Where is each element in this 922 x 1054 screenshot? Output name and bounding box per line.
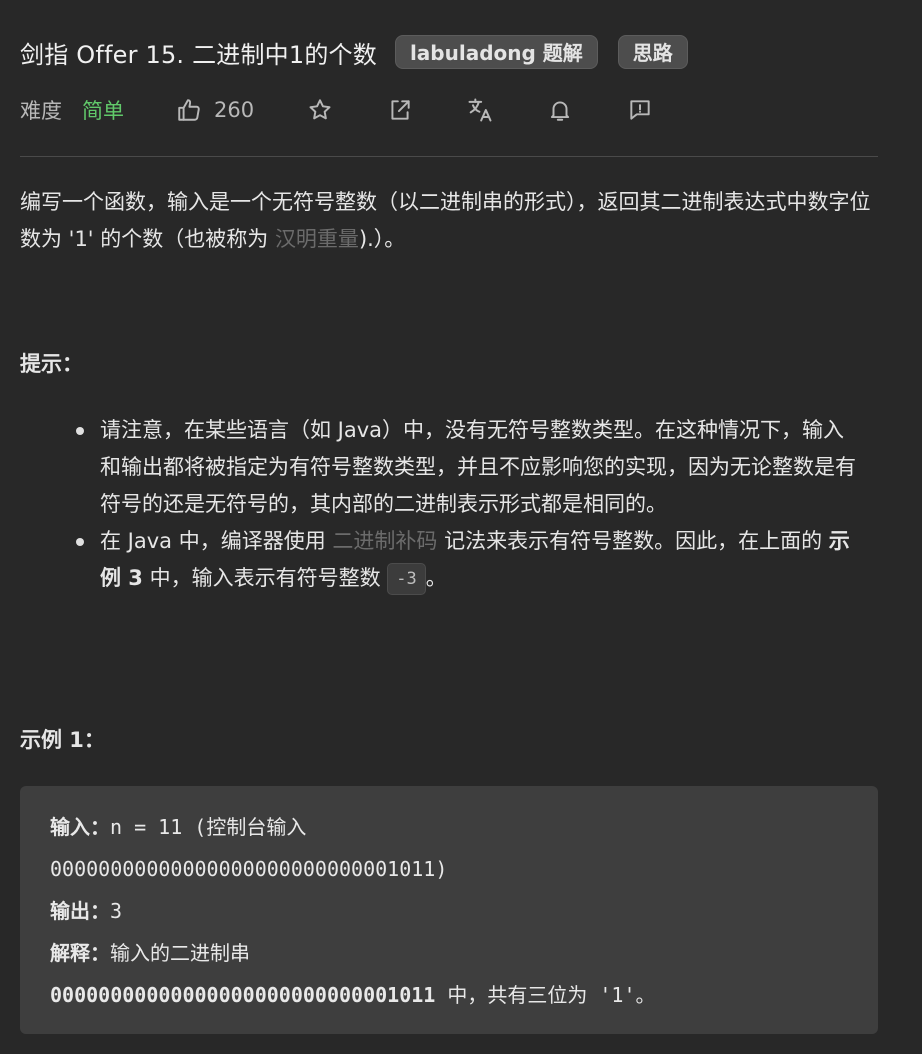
example-code-block: 输入：n = 11 (控制台输入 00000000000000000000000… bbox=[20, 786, 878, 1034]
favorite-button[interactable] bbox=[306, 96, 334, 124]
explain-value: 输入的二进制串 bbox=[110, 941, 250, 965]
input-value: n = 11 (控制台输入 bbox=[110, 815, 307, 839]
hint-text: 记法来表示有符号整数。因此，在上面的 bbox=[437, 529, 829, 553]
translate-icon bbox=[468, 98, 492, 122]
example-input-binary: 00000000000000000000000000001011) bbox=[50, 857, 448, 881]
like-count: 260 bbox=[214, 98, 255, 122]
twos-complement-link[interactable]: 二进制补码 bbox=[332, 529, 437, 553]
hint-item: 在 Java 中，编译器使用 二进制补码 记法来表示有符号整数。因此，在上面的 … bbox=[20, 523, 860, 597]
example-explain-binary-line: 00000000000000000000000000001011 中，共有三位为… bbox=[50, 974, 878, 1016]
hints-list: 请注意，在某些语言（如 Java）中，没有无符号整数类型。在这种情况下，输入和输… bbox=[20, 412, 878, 597]
title-row: 剑指 Offer 15. 二进制中1的个数 labuladong 题解 思路 bbox=[20, 30, 688, 74]
hint-text: 中，输入表示有符号整数 bbox=[142, 566, 388, 590]
example-heading: 示例 1： bbox=[20, 728, 105, 752]
description-text: 编写一个函数，输入是一个无符号整数（以二进制串的形式），返回其二进制表达式中数字… bbox=[20, 190, 871, 251]
explain-tail: 中，共有三位为 '1'。 bbox=[435, 983, 656, 1007]
like-button[interactable]: 260 bbox=[176, 97, 254, 123]
thumbs-up-icon bbox=[178, 99, 200, 121]
hint-item: 请注意，在某些语言（如 Java）中，没有无符号整数类型。在这种情况下，输入和输… bbox=[20, 412, 860, 523]
input-label: 输入： bbox=[50, 815, 110, 839]
output-label: 输出： bbox=[50, 899, 110, 923]
problem-title: 剑指 Offer 15. 二进制中1的个数 bbox=[20, 40, 377, 69]
hint-text: 请注意，在某些语言（如 Java）中，没有无符号整数类型。在这种情况下，输入和输… bbox=[100, 418, 856, 516]
meta-row: 难度 简单 260 bbox=[20, 92, 654, 128]
divider bbox=[20, 156, 878, 157]
difficulty-label: 难度 bbox=[20, 99, 62, 123]
output-value: 3 bbox=[110, 899, 123, 923]
hint-text: 在 Java 中，编译器使用 bbox=[100, 529, 333, 553]
hint-tag[interactable]: 思路 bbox=[617, 35, 688, 69]
description-text-end: ).）。 bbox=[358, 227, 406, 251]
notification-button[interactable] bbox=[546, 96, 574, 124]
translate-button[interactable] bbox=[466, 96, 494, 124]
feedback-icon bbox=[630, 100, 650, 120]
explain-label: 解释： bbox=[50, 941, 110, 965]
labuladong-solution-tag[interactable]: labuladong 题解 bbox=[394, 35, 598, 69]
example-input-line: 输入：n = 11 (控制台输入 bbox=[50, 806, 878, 848]
problem-description: 编写一个函数，输入是一个无符号整数（以二进制串的形式），返回其二进制表达式中数字… bbox=[20, 184, 878, 258]
bell-icon bbox=[550, 101, 570, 121]
difficulty-badge: 简单 bbox=[82, 99, 124, 123]
inline-code: -3 bbox=[387, 563, 426, 595]
hint-text: 。 bbox=[425, 566, 447, 590]
star-icon bbox=[309, 99, 331, 120]
example-explain-line: 解释：输入的二进制串 bbox=[50, 932, 878, 974]
share-button[interactable] bbox=[386, 96, 414, 124]
feedback-button[interactable] bbox=[626, 96, 654, 124]
share-icon bbox=[391, 100, 410, 120]
example-output-line: 输出：3 bbox=[50, 890, 878, 932]
hamming-weight-link[interactable]: 汉明重量 bbox=[275, 227, 359, 251]
explain-binary: 00000000000000000000000000001011 bbox=[50, 983, 436, 1007]
hints-heading: 提示： bbox=[20, 352, 83, 376]
